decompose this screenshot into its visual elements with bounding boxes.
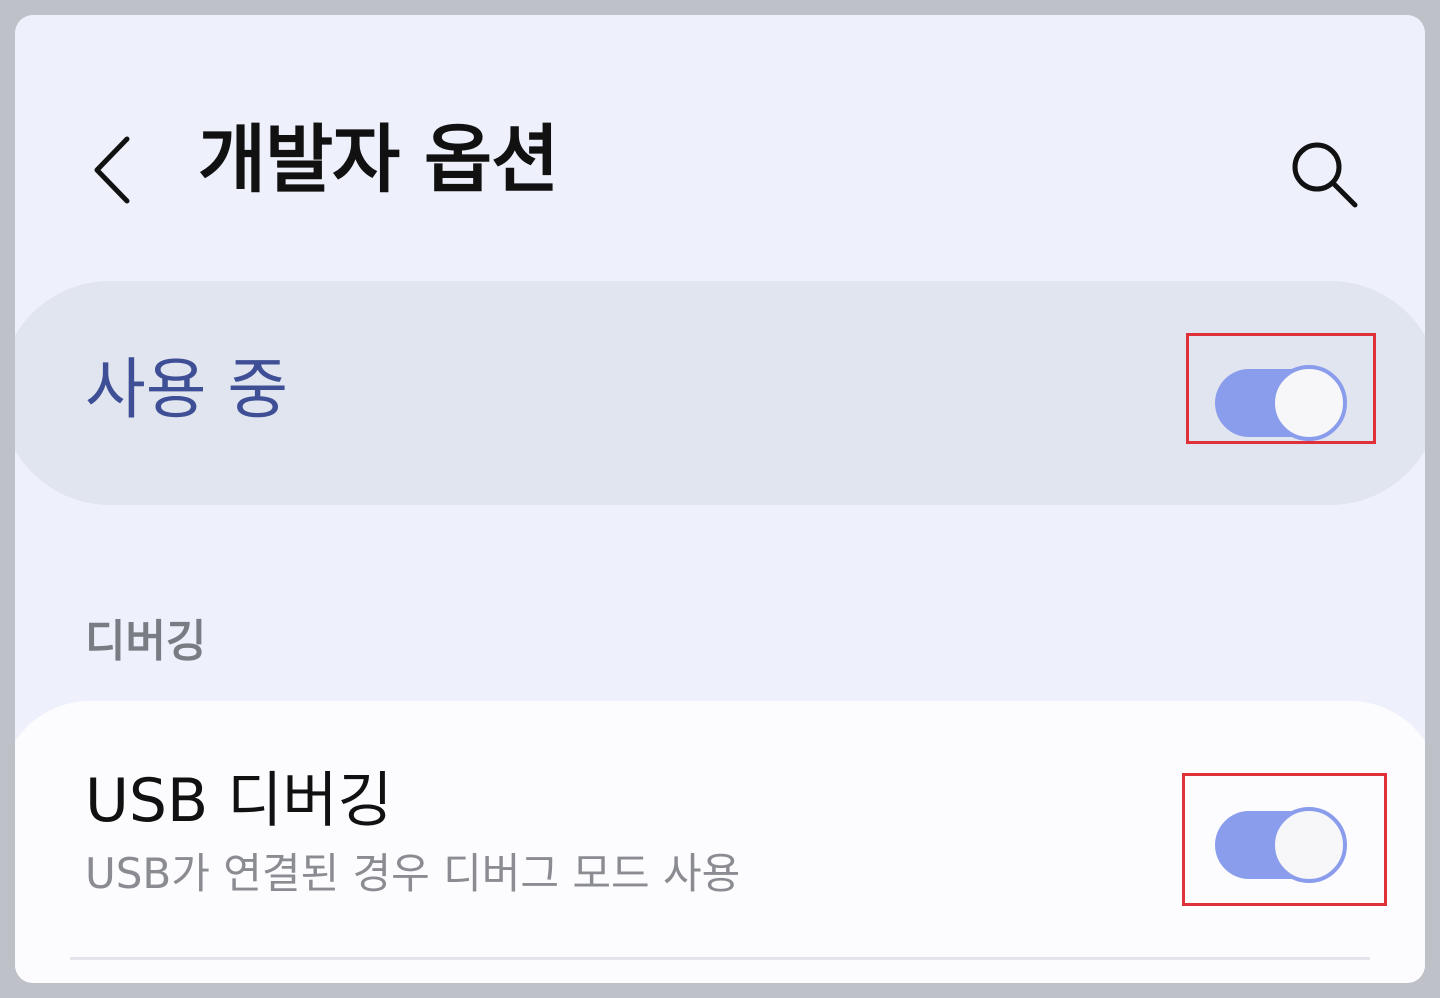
page-title: 개발자 옵션: [198, 117, 559, 203]
section-header-debugging: 디버깅: [85, 616, 207, 667]
highlight-annotation: [1182, 773, 1387, 906]
back-button[interactable]: [75, 125, 155, 215]
developer-options-screen: 개발자 옵션 사용 중 디버깅 USB 디버깅 USB가 연결된 경우 디버그 …: [15, 15, 1425, 983]
master-switch-row[interactable]: 사용 중: [15, 281, 1425, 505]
search-icon: [1292, 142, 1358, 208]
app-bar: 개발자 옵션: [15, 15, 1425, 275]
search-button[interactable]: [1283, 133, 1363, 213]
master-switch-label: 사용 중: [85, 351, 289, 428]
list-divider: [70, 957, 1370, 960]
usb-debugging-summary: USB가 연결된 경우 디버그 모드 사용: [85, 849, 741, 898]
usb-debugging-title[interactable]: USB 디버깅: [85, 771, 393, 831]
highlight-annotation: [1186, 333, 1376, 444]
chevron-left-icon: [94, 136, 130, 204]
settings-card-debugging: USB 디버깅 USB가 연결된 경우 디버그 모드 사용: [15, 701, 1425, 983]
